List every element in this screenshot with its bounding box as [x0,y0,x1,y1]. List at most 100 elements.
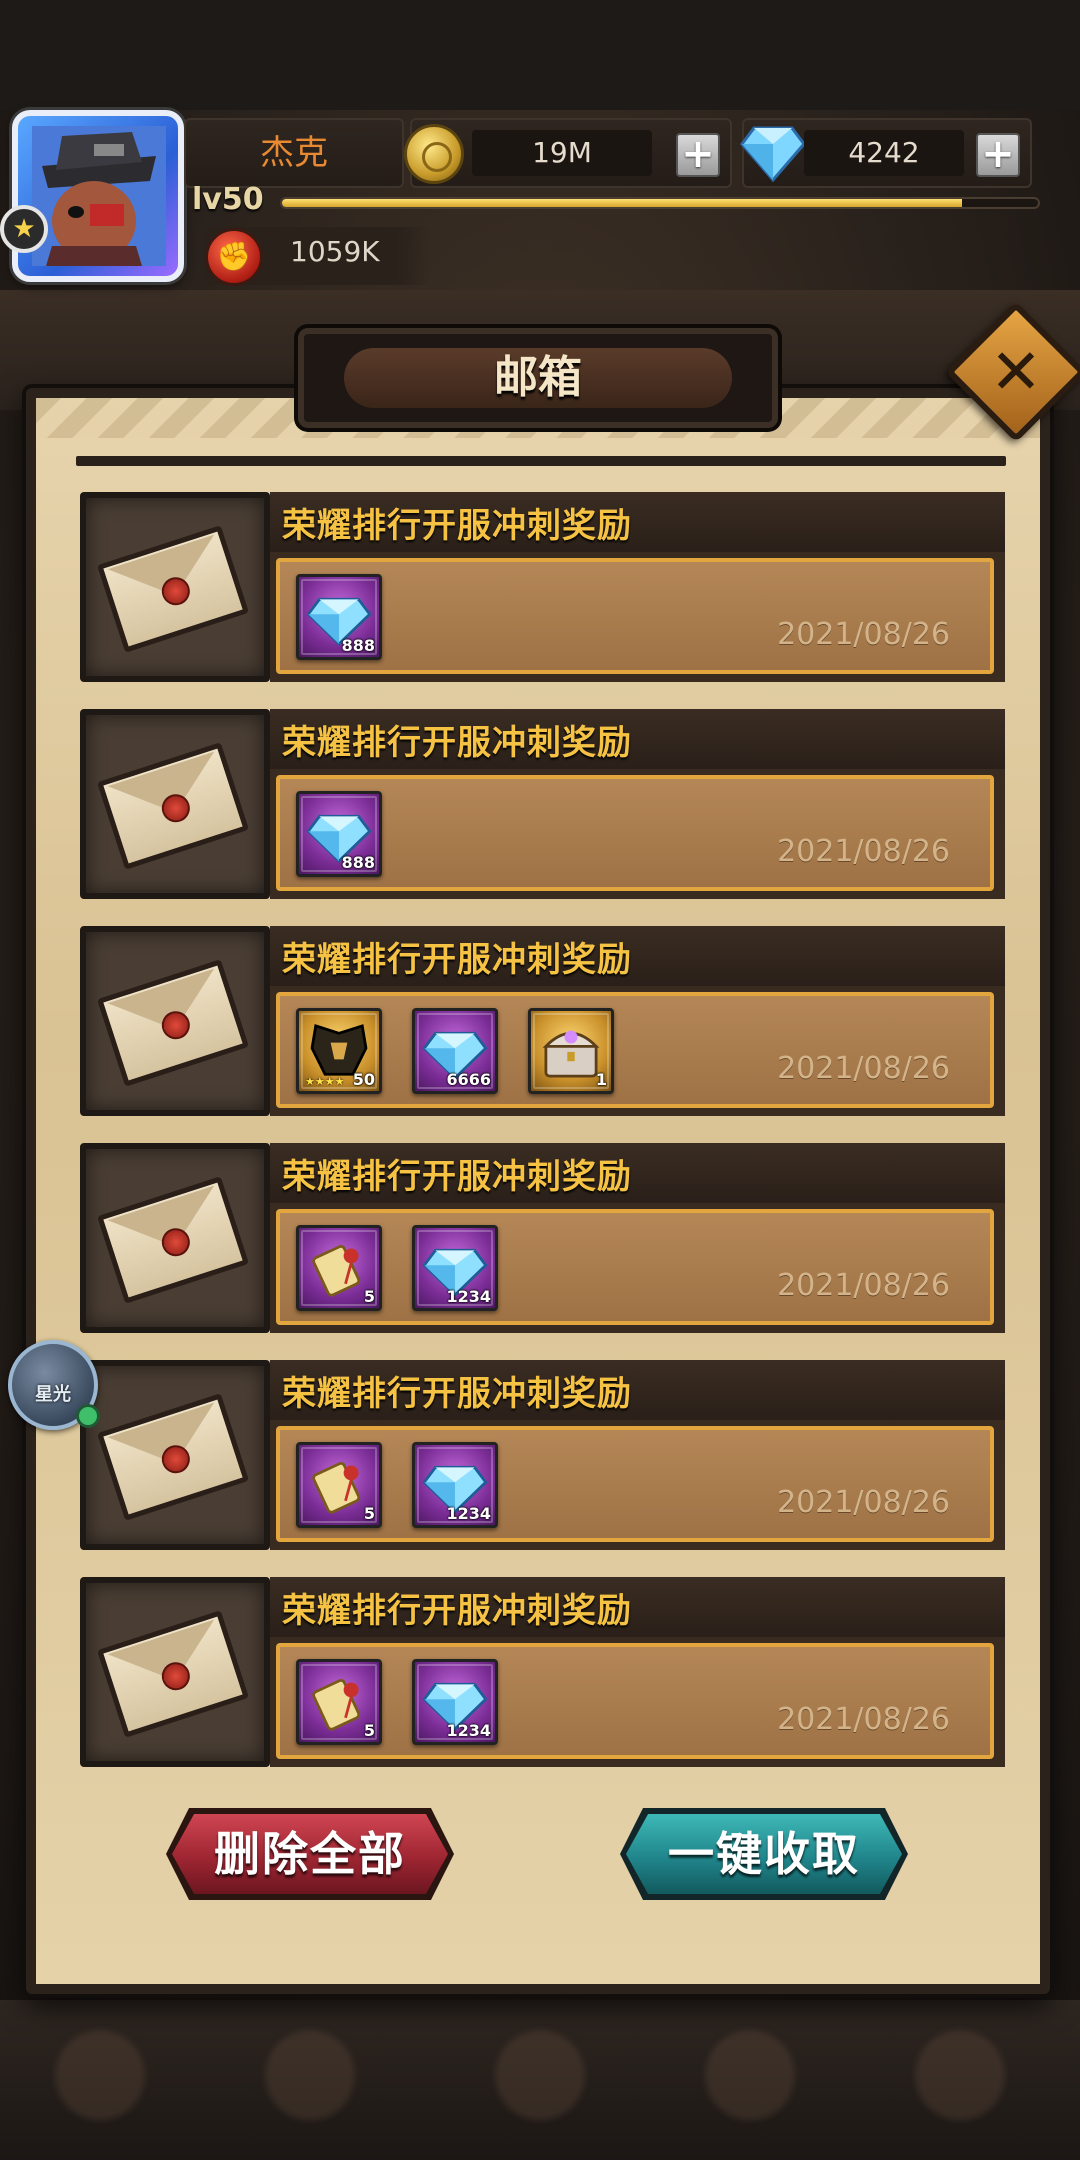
mail-row[interactable]: 荣耀排行开服冲刺奖励 888 2021/08/26 [80,492,1005,692]
mail-rewards: 888 2021/08/26 [276,558,994,674]
add-gold-button[interactable]: + [676,133,720,177]
item-count: 5 [363,1287,375,1306]
gold-counter: 19M + [404,118,732,188]
wax-seal-icon [158,1441,194,1477]
diamond-counter: 4242 + [740,118,1032,188]
mailbox-title-plate: 邮箱 [298,328,778,428]
online-status-dot [76,1404,100,1428]
reward-item[interactable]: ★★★★ 50 [296,1008,382,1094]
nav-icon [55,2030,145,2120]
reward-item[interactable]: 888 [296,574,382,660]
envelope-icon [96,959,250,1087]
player-avatar[interactable] [12,110,184,282]
reward-item[interactable]: 1 [528,1008,614,1094]
xp-bar [280,197,1040,209]
envelope-icon [96,525,250,653]
mail-row[interactable]: 荣耀排行开服冲刺奖励 5 1234 2021/08/26 [80,1360,1005,1560]
wax-seal-icon [158,1658,194,1694]
floating-avatar-label: 星光 [35,1384,71,1405]
wax-seal-icon [158,573,194,609]
add-diamond-button[interactable]: + [976,133,1020,177]
wax-seal-icon [158,1224,194,1260]
item-count: 888 [341,636,375,655]
mail-body: 5 1234 2021/08/26 [270,1420,1005,1550]
item-count: 1234 [446,1504,491,1523]
reward-item[interactable]: 6666 [412,1008,498,1094]
mail-rewards: ★★★★ 50 6666 1 2021/08/26 [276,992,994,1108]
mail-rewards: 888 2021/08/26 [276,775,994,891]
mail-row[interactable]: 荣耀排行开服冲刺奖励 ★★★★ 50 6666 1 2021/08/26 [80,926,1005,1126]
mail-title: 荣耀排行开服冲刺奖励 [282,723,632,763]
envelope-box [80,1360,270,1550]
mail-date: 2021/08/26 [777,1268,950,1303]
reward-item[interactable]: 5 [296,1225,382,1311]
reward-item[interactable]: 888 [296,791,382,877]
player-header: ★ 杰克 19M + 4242 + lv50 ✊ 1059K [0,110,1080,310]
envelope-box [80,1577,270,1767]
mail-body: ★★★★ 50 6666 1 2021/08/26 [270,986,1005,1116]
divider [76,456,1006,466]
mail-header: 荣耀排行开服冲刺奖励 [270,1360,1005,1420]
bottom-nav [0,2000,1080,2160]
mail-header: 荣耀排行开服冲刺奖励 [270,709,1005,769]
mail-rewards: 5 1234 2021/08/26 [276,1643,994,1759]
envelope-icon [96,1610,250,1738]
envelope-box [80,492,270,682]
player-name: 杰克 [184,118,404,188]
item-count: 1234 [446,1721,491,1740]
reward-item[interactable]: 1234 [412,1442,498,1528]
mail-body: 5 1234 2021/08/26 [270,1637,1005,1767]
gold-coin-icon [404,124,464,184]
item-count: 888 [341,853,375,872]
item-stars: ★★★★ [305,1075,345,1088]
mail-title: 荣耀排行开服冲刺奖励 [282,940,632,980]
mail-body: 5 1234 2021/08/26 [270,1203,1005,1333]
mail-date: 2021/08/26 [777,1702,950,1737]
nav-icon [915,2030,1005,2120]
mail-list: 荣耀排行开服冲刺奖励 888 2021/08/26 荣耀排行开服冲刺奖励 888… [80,492,1005,1794]
mail-header: 荣耀排行开服冲刺奖励 [270,1577,1005,1637]
reward-item[interactable]: 5 [296,1442,382,1528]
envelope-icon [96,1393,250,1521]
item-count: 6666 [446,1070,491,1089]
gold-amount: 19M [472,130,652,176]
reward-item[interactable]: 1234 [412,1225,498,1311]
mail-title: 荣耀排行开服冲刺奖励 [282,1157,632,1197]
mail-date: 2021/08/26 [777,617,950,652]
envelope-box [80,1143,270,1333]
mail-title: 荣耀排行开服冲刺奖励 [282,1591,632,1631]
diamond-icon [740,126,806,183]
delete-all-button[interactable]: 删除全部 [166,1808,454,1900]
item-count: 5 [363,1721,375,1740]
nav-icon [495,2030,585,2120]
diamond-amount: 4242 [804,130,964,176]
reward-item[interactable]: 5 [296,1659,382,1745]
power-value: 1059K [290,235,380,268]
xp-bar-fill [282,199,963,207]
reward-item[interactable]: 1234 [412,1659,498,1745]
item-count: 1234 [446,1287,491,1306]
envelope-icon [96,742,250,870]
mail-rewards: 5 1234 2021/08/26 [276,1209,994,1325]
close-icon[interactable]: ✕ [966,322,1066,422]
envelope-box [80,926,270,1116]
envelope-icon [96,1176,250,1304]
item-count: 5 [363,1504,375,1523]
envelope-box [80,709,270,899]
item-count: 1 [595,1070,607,1089]
mail-header: 荣耀排行开服冲刺奖励 [270,1143,1005,1203]
mail-header: 荣耀排行开服冲刺奖励 [270,926,1005,986]
player-level: lv50 [192,182,264,217]
mail-row[interactable]: 荣耀排行开服冲刺奖励 888 2021/08/26 [80,709,1005,909]
nav-icon [705,2030,795,2120]
collect-all-button[interactable]: 一键收取 [620,1808,908,1900]
mailbox-title: 邮箱 [344,348,732,408]
avatar-portrait-icon [32,126,166,266]
mail-date: 2021/08/26 [777,834,950,869]
mail-row[interactable]: 荣耀排行开服冲刺奖励 5 1234 2021/08/26 [80,1143,1005,1343]
wax-seal-icon [158,790,194,826]
mail-title: 荣耀排行开服冲刺奖励 [282,1374,632,1414]
collect-all-label: 一键收取 [626,1814,902,1894]
mail-row[interactable]: 荣耀排行开服冲刺奖励 5 1234 2021/08/26 [80,1577,1005,1777]
mail-header: 荣耀排行开服冲刺奖励 [270,492,1005,552]
